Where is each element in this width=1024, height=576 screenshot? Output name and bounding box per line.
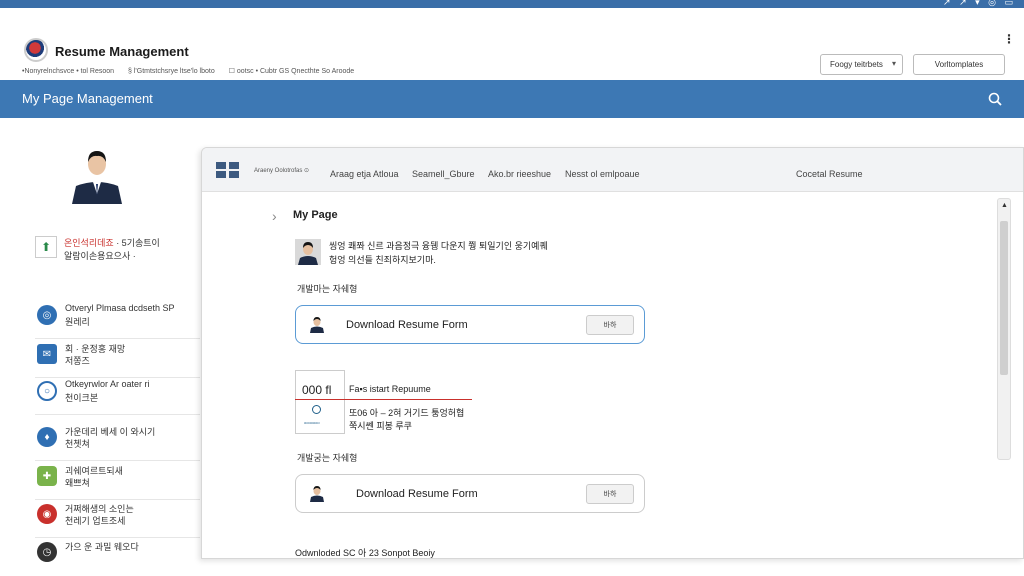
content-panel: Araeny Oolotrofas ⊙ Araag etja Atloua Se… (201, 147, 1024, 559)
logo-icon (24, 38, 48, 62)
app-header: Resume Management •Nonyrelnchsvce • tol … (0, 8, 1024, 80)
header-dropdown[interactable]: Foogy teitrbets ▾ (820, 54, 903, 75)
profile-meta: · 5기송트이 (113, 238, 160, 248)
stat-caption: ooooooo (304, 420, 320, 425)
profile-photo (70, 142, 124, 204)
sidebar: ⬆ 온인석리데죠 · 5기송트이 알람이손용요으사 · ◎ Otveryl Pl… (0, 118, 200, 562)
dropdown-value: Foogy teitrbets (830, 60, 883, 69)
menu-sublabel: 천이크본 (65, 393, 99, 403)
profile-name: 온인석리데죠 (64, 238, 114, 248)
sidebar-item-4[interactable]: ♦ 가운데리 베세 이 와시기 천쳇쳐 (35, 423, 200, 461)
templates-button[interactable]: Vorltomplates (913, 54, 1005, 75)
tab-bar: Araeny Oolotrofas ⊙ Araag etja Atloua Se… (202, 148, 1023, 192)
subline-item[interactable]: ☐ ootsc • Cubtr GS Qnecthte So Aroode (229, 68, 354, 75)
sidebar-item-7[interactable]: ◷ 가으 운 과밀 웨오다 (35, 538, 200, 576)
menu-label: 가으 운 과밀 웨오다 (65, 542, 139, 552)
subline-item[interactable]: •Nonyrelnchsvce • tol Resoon (22, 68, 114, 75)
tab-cocetal-resume[interactable]: Cocetal Resume (796, 169, 863, 179)
home-arrow-icon[interactable]: ⬆ (35, 236, 57, 258)
stat-detail: 또06 아 – 2혀 거기드 퉁엉허협 (349, 408, 465, 418)
profile-detail: 알람이손용요으사 · (64, 251, 136, 261)
menu-sublabel: 원레리 (65, 317, 90, 327)
clock-icon: ◷ (37, 542, 57, 562)
stat-box: 000 fl ooooooo (295, 370, 345, 434)
top-strip: ↗ ↗ ▾ ◎ ▭ (0, 0, 1024, 8)
bullseye-icon: ◉ (37, 504, 57, 524)
tab-2[interactable]: Seamell_Gbure (412, 169, 475, 179)
card-label: Download Resume Form (346, 319, 468, 331)
more-options-icon[interactable]: ⋮ (1003, 32, 1015, 46)
download-info: Odwnloded SC 아 23 Sonpot Beoiy (295, 548, 435, 558)
window-controls[interactable]: ↗ ↗ ▾ ◎ ▭ (943, 0, 1016, 8)
menu-sublabel: 왜쁘쳐 (65, 478, 90, 488)
section-label: 개발마는 자쉐형 (297, 284, 358, 294)
pin-icon: ♦ (37, 427, 57, 447)
menu-sublabel: 천레기 업트조세 (65, 516, 126, 526)
user-avatar-icon (310, 317, 324, 333)
divider (295, 399, 472, 400)
chevron-down-icon: ▾ (891, 59, 896, 68)
intro-text: 씽엉 쾌쫘 신르 과음정극 융뒝 다운지 쭹 퇴일기인 웅기예퀘 (329, 241, 548, 251)
download-resume-card[interactable]: Download Resume Form 바하 (295, 305, 645, 344)
section-label: 개발궁는 자쉐형 (297, 453, 358, 463)
scroll-up-icon[interactable]: ▲ (1001, 202, 1008, 209)
page-heading: My Page Management (22, 91, 153, 106)
mail-icon: ✉ (37, 344, 57, 364)
sidebar-item-3[interactable]: ○ Otkeyrwlor Ar oater ri 천이크본 (35, 377, 200, 415)
stat-number: 000 fl (302, 383, 332, 397)
header-subline: •Nonyrelnchsvce • tol Resoon § l'Gtmtstc… (22, 67, 366, 75)
stat-title: Fa▪s istart Repuume (349, 384, 431, 394)
page-title: My Page (293, 209, 338, 221)
title-bar: My Page Management (0, 80, 1024, 118)
menu-label: Otkeyrwlor Ar oater ri (65, 379, 150, 389)
menu-sublabel: 천쳇쳐 (65, 439, 90, 449)
user-avatar-icon (310, 486, 324, 502)
scroll-thumb[interactable] (1000, 221, 1008, 375)
user-photo (295, 239, 321, 265)
sidebar-item-6[interactable]: ◉ 거쩌해생의 소인는 천레기 업트조세 (35, 500, 200, 538)
tab-overview[interactable]: Araeny Oolotrofas ⊙ (254, 167, 309, 174)
target-icon: ◎ (37, 305, 57, 325)
card-label: Download Resume Form (356, 488, 478, 500)
profile-summary: 온인석리데죠 · 5기송트이 (64, 236, 160, 249)
search-icon[interactable] (988, 92, 1002, 106)
sidebar-item-2[interactable]: ✉ 회 · 운정홍 재망 저쫑즈 (35, 340, 200, 378)
sidebar-item-5[interactable]: ✚ 괴쉐여르트되새 왜쁘쳐 (35, 462, 200, 500)
download-resume-card[interactable]: Download Resume Form 바하 (295, 474, 645, 513)
tab-1[interactable]: Araag etja Atloua (330, 169, 399, 179)
stat-detail: 쭉시쎈 피봉 루쿠 (349, 421, 412, 431)
scrollbar[interactable]: ▲ (997, 198, 1011, 460)
intro-text: 헝엉 의선들 친죄하지보기마. (329, 255, 436, 265)
app-title: Resume Management (55, 44, 189, 59)
tab-4[interactable]: Nesst ol emlpoaue (565, 169, 640, 179)
chevron-right-icon[interactable]: › (272, 208, 277, 224)
download-button[interactable]: 바하 (586, 315, 634, 335)
tab-3[interactable]: Ako.br rieeshue (488, 169, 551, 179)
sidebar-item-1[interactable]: ◎ Otveryl Plmasa dcdseth SP 원레리 (35, 301, 200, 339)
subline-item[interactable]: § l'Gtmtstchsrye ltse'lo lboto (128, 68, 215, 75)
menu-sublabel: 저쫑즈 (65, 356, 90, 366)
ring-icon (312, 405, 321, 414)
menu-label: Otveryl Plmasa dcdseth SP (65, 303, 175, 313)
puzzle-icon: ✚ (37, 466, 57, 486)
grid-icon[interactable] (216, 162, 240, 178)
search-icon: ○ (37, 381, 57, 401)
download-button[interactable]: 바하 (586, 484, 634, 504)
